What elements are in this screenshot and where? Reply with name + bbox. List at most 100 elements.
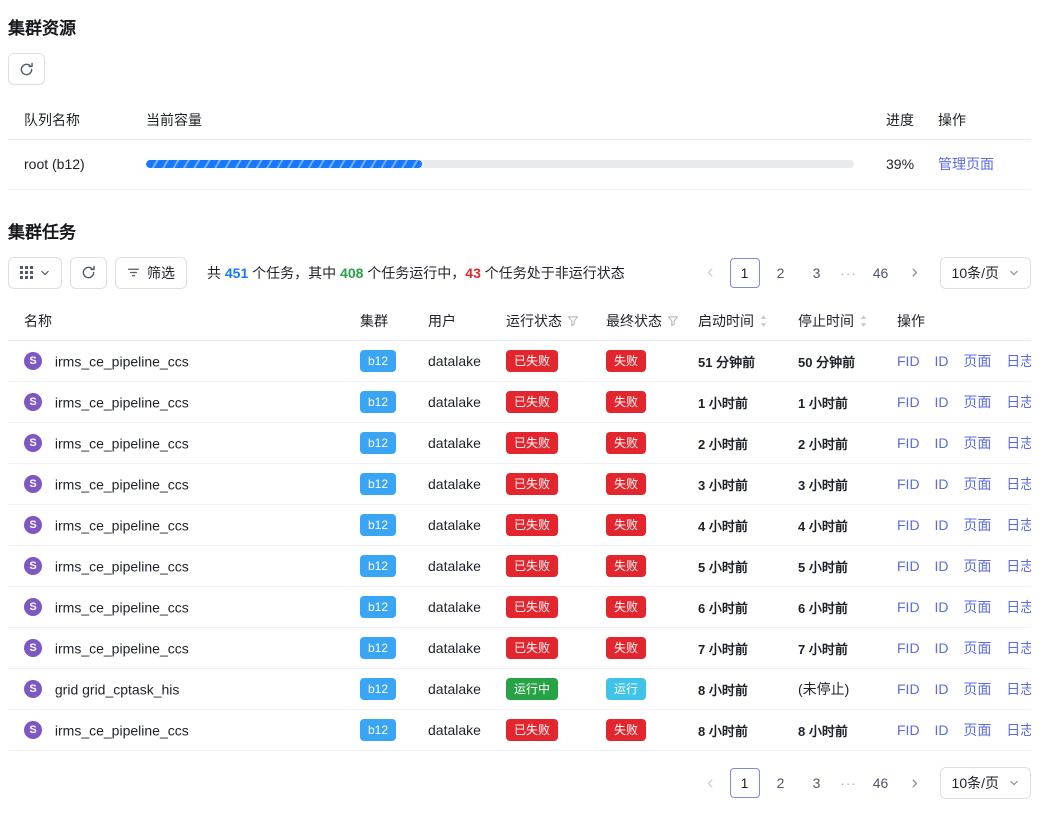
action-page-link[interactable]: 页面	[963, 517, 991, 533]
page-button-last[interactable]: 46	[866, 768, 896, 798]
tasks-header-row: 名称 集群 用户 运行状态 最终状态	[8, 303, 1031, 341]
queue-name: root (b12)	[8, 139, 130, 189]
table-row: S irms_ce_pipeline_ccs b12 datalake 已失败 …	[8, 382, 1031, 423]
stop-time: 2 小时前	[798, 437, 848, 452]
start-time: 2 小时前	[698, 437, 748, 452]
action-log-link[interactable]: 日志	[1006, 394, 1031, 410]
prev-page-button[interactable]	[698, 769, 724, 797]
action-id-link[interactable]: ID	[934, 476, 948, 492]
prev-page-button[interactable]	[698, 259, 724, 287]
action-page-link[interactable]: 页面	[963, 394, 991, 410]
col-stop-time[interactable]: 停止时间	[782, 303, 881, 341]
stop-time: 6 小时前	[798, 601, 848, 616]
action-id-link[interactable]: ID	[934, 681, 948, 697]
page-ellipsis[interactable]: ···	[838, 265, 860, 281]
page-size-select[interactable]: 10条/页	[940, 767, 1031, 799]
action-fid-link[interactable]: FID	[897, 394, 920, 410]
action-id-link[interactable]: ID	[934, 599, 948, 615]
action-page-link[interactable]: 页面	[963, 681, 991, 697]
stop-time: 1 小时前	[798, 396, 848, 411]
abnormal-task-count: 43	[465, 265, 481, 281]
action-page-link[interactable]: 页面	[963, 722, 991, 738]
chevron-down-icon	[1009, 778, 1019, 788]
col-start-time[interactable]: 启动时间	[682, 303, 782, 341]
resources-refresh-button[interactable]	[8, 53, 45, 85]
filter-button[interactable]: 筛选	[115, 257, 187, 289]
action-fid-link[interactable]: FID	[897, 681, 920, 697]
action-log-link[interactable]: 日志	[1006, 353, 1031, 369]
page-button-last[interactable]: 46	[866, 258, 896, 288]
filter-funnel-icon[interactable]	[567, 315, 579, 327]
action-page-link[interactable]: 页面	[963, 558, 991, 574]
action-log-link[interactable]: 日志	[1006, 722, 1031, 738]
final-status-badge: 失败	[606, 555, 646, 577]
filter-funnel-icon[interactable]	[667, 315, 679, 327]
action-fid-link[interactable]: FID	[897, 722, 920, 738]
action-id-link[interactable]: ID	[934, 394, 948, 410]
page-button-3[interactable]: 3	[802, 258, 832, 288]
action-page-link[interactable]: 页面	[963, 640, 991, 656]
action-log-link[interactable]: 日志	[1006, 517, 1031, 533]
sort-icon[interactable]	[859, 314, 868, 328]
final-status-badge: 失败	[606, 473, 646, 495]
sort-icon[interactable]	[759, 314, 768, 328]
start-time: 1 小时前	[698, 396, 748, 411]
action-fid-link[interactable]: FID	[897, 599, 920, 615]
cluster-badge: b12	[360, 596, 396, 618]
cluster-badge: b12	[360, 514, 396, 536]
cluster-badge: b12	[360, 637, 396, 659]
page-size-select[interactable]: 10条/页	[940, 257, 1031, 289]
page-button-2[interactable]: 2	[766, 258, 796, 288]
action-id-link[interactable]: ID	[934, 517, 948, 533]
next-page-button[interactable]	[902, 769, 928, 797]
action-log-link[interactable]: 日志	[1006, 640, 1031, 656]
col-final-status[interactable]: 最终状态	[590, 303, 682, 341]
action-log-link[interactable]: 日志	[1006, 476, 1031, 492]
action-log-link[interactable]: 日志	[1006, 599, 1031, 615]
action-fid-link[interactable]: FID	[897, 476, 920, 492]
action-page-link[interactable]: 页面	[963, 599, 991, 615]
tasks-refresh-button[interactable]	[70, 257, 107, 289]
action-page-link[interactable]: 页面	[963, 353, 991, 369]
start-time: 8 小时前	[698, 724, 748, 739]
run-status-badge: 已失败	[506, 719, 558, 741]
resources-row: root (b12) 39% 管理页面	[8, 139, 1031, 189]
action-fid-link[interactable]: FID	[897, 353, 920, 369]
action-id-link[interactable]: ID	[934, 722, 948, 738]
user-name: datalake	[428, 476, 481, 492]
manage-page-link[interactable]: 管理页面	[938, 156, 994, 172]
table-row: S irms_ce_pipeline_ccs b12 datalake 已失败 …	[8, 423, 1031, 464]
action-fid-link[interactable]: FID	[897, 517, 920, 533]
avatar: S	[24, 516, 42, 534]
start-time: 51 分钟前	[698, 355, 755, 370]
user-name: datalake	[428, 394, 481, 410]
action-id-link[interactable]: ID	[934, 353, 948, 369]
action-fid-link[interactable]: FID	[897, 558, 920, 574]
table-row: S irms_ce_pipeline_ccs b12 datalake 已失败 …	[8, 628, 1031, 669]
action-id-link[interactable]: ID	[934, 435, 948, 451]
col-run-status[interactable]: 运行状态	[490, 303, 590, 341]
page-button-1[interactable]: 1	[730, 258, 760, 288]
cluster-badge: b12	[360, 719, 396, 741]
action-page-link[interactable]: 页面	[963, 476, 991, 492]
column-settings-button[interactable]	[8, 257, 62, 289]
action-id-link[interactable]: ID	[934, 558, 948, 574]
page-button-1[interactable]: 1	[730, 768, 760, 798]
run-status-badge: 已失败	[506, 391, 558, 413]
page-button-3[interactable]: 3	[802, 768, 832, 798]
page-ellipsis[interactable]: ···	[838, 775, 860, 791]
action-fid-link[interactable]: FID	[897, 640, 920, 656]
action-page-link[interactable]: 页面	[963, 435, 991, 451]
task-name: irms_ce_pipeline_ccs	[55, 640, 189, 656]
next-page-button[interactable]	[902, 259, 928, 287]
action-fid-link[interactable]: FID	[897, 435, 920, 451]
action-log-link[interactable]: 日志	[1006, 435, 1031, 451]
action-id-link[interactable]: ID	[934, 640, 948, 656]
avatar: S	[24, 352, 42, 370]
cluster-tasks-section: 集群任务	[8, 218, 1031, 800]
action-log-link[interactable]: 日志	[1006, 681, 1031, 697]
start-time: 3 小时前	[698, 478, 748, 493]
table-row: S irms_ce_pipeline_ccs b12 datalake 已失败 …	[8, 341, 1031, 382]
page-button-2[interactable]: 2	[766, 768, 796, 798]
action-log-link[interactable]: 日志	[1006, 558, 1031, 574]
